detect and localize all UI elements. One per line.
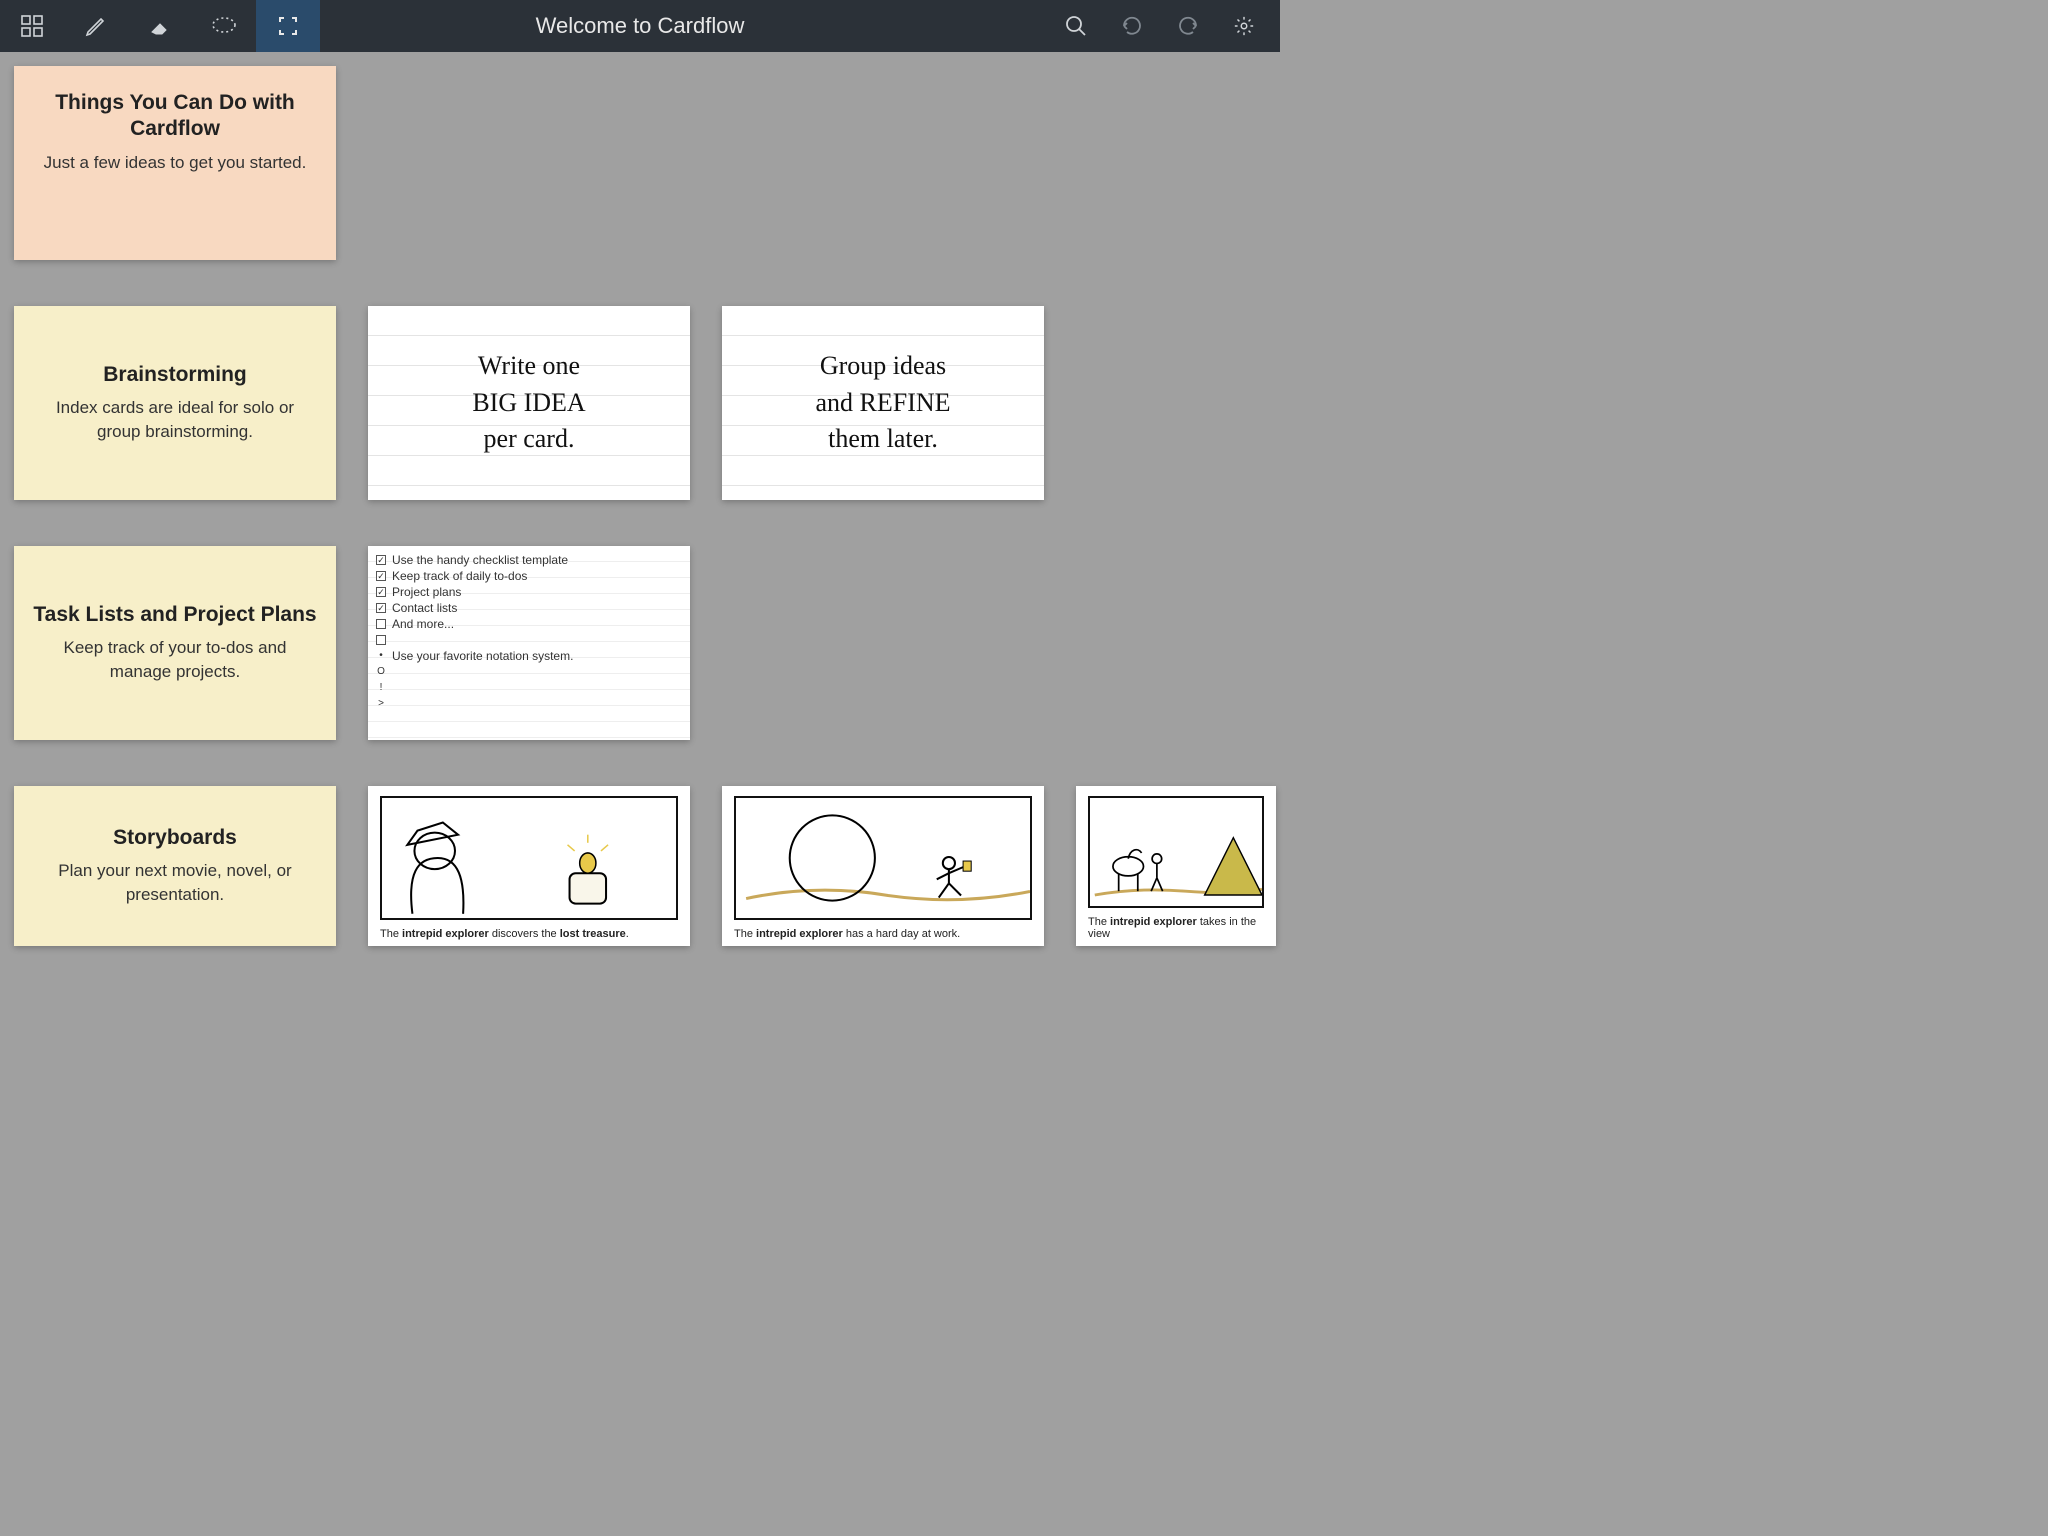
redo-button[interactable] [1160,0,1216,52]
handwritten-text: Group ideas and REFINE them later. [815,348,950,457]
index-card[interactable]: Group ideas and REFINE them later. [722,306,1044,500]
undo-icon [1120,14,1144,38]
eraser-button[interactable] [128,0,192,52]
settings-button[interactable] [1216,0,1272,52]
row-brainstorming: Brainstorming Index cards are ideal for … [14,306,1280,500]
card-subtitle: Plan your next movie, novel, or presenta… [32,859,318,907]
canvas[interactable]: Things You Can Do with Cardflow Just a f… [0,52,1280,946]
redo-icon [1176,14,1200,38]
brainstorming-header-card[interactable]: Brainstorming Index cards are ideal for … [14,306,336,500]
tasklists-header-card[interactable]: Task Lists and Project Plans Keep track … [14,546,336,740]
pencil-icon [84,14,108,38]
page-title: Welcome to Cardflow [536,13,745,39]
intro-card[interactable]: Things You Can Do with Cardflow Just a f… [14,66,336,260]
intro-title: Things You Can Do with Cardflow [32,90,318,143]
card-title: Brainstorming [103,362,247,388]
checklist-item: Contact lists [392,601,457,615]
row-intro: Things You Can Do with Cardflow Just a f… [14,66,1280,260]
gear-icon [1233,15,1255,37]
card-title: Task Lists and Project Plans [33,602,316,628]
select-button[interactable] [256,0,320,52]
storyboard-card[interactable]: The intrepid explorer has a hard day at … [722,786,1044,946]
storyboards-header-card[interactable]: Storyboards Plan your next movie, novel,… [14,786,336,946]
storyboard-caption: The intrepid explorer discovers the lost… [380,926,678,940]
search-icon [1065,15,1087,37]
card-subtitle: Keep track of your to-dos and manage pro… [32,636,318,684]
search-button[interactable] [1048,0,1104,52]
storyboard-frame [1088,796,1264,908]
handwritten-text: Write one BIG IDEA per card. [472,348,585,457]
pencil-button[interactable] [64,0,128,52]
checklist-note: Use your favorite notation system. [392,649,573,663]
toolbar: Welcome to Cardflow [0,0,1280,52]
storyboard-frame [380,796,678,920]
lasso-button[interactable] [192,0,256,52]
grid-icon [21,15,43,37]
card-subtitle: Index cards are ideal for solo or group … [32,396,318,444]
storyboard-card[interactable]: The intrepid explorer discovers the lost… [368,786,690,946]
index-card[interactable]: Write one BIG IDEA per card. [368,306,690,500]
eraser-icon [148,14,172,38]
undo-button[interactable] [1104,0,1160,52]
storyboard-caption: The intrepid explorer has a hard day at … [734,926,1032,940]
checklist-card[interactable]: ✓Use the handy checklist template ✓Keep … [368,546,690,740]
intro-subtitle: Just a few ideas to get you started. [44,151,307,175]
row-storyboards: Storyboards Plan your next movie, novel,… [14,786,1280,946]
checklist-item: Project plans [392,585,461,599]
grid-view-button[interactable] [0,0,64,52]
storyboard-frame [734,796,1032,920]
lasso-icon [211,16,237,36]
row-tasklists: Task Lists and Project Plans Keep track … [14,546,1280,740]
card-title: Storyboards [113,825,237,851]
checklist-item: Keep track of daily to-dos [392,569,527,583]
storyboard-caption: The intrepid explorer takes in the view [1088,914,1264,940]
select-icon [278,16,298,36]
storyboard-card[interactable]: The intrepid explorer takes in the view [1076,786,1276,946]
checklist-item: And more... [392,617,454,631]
checklist-item: Use the handy checklist template [392,553,568,567]
